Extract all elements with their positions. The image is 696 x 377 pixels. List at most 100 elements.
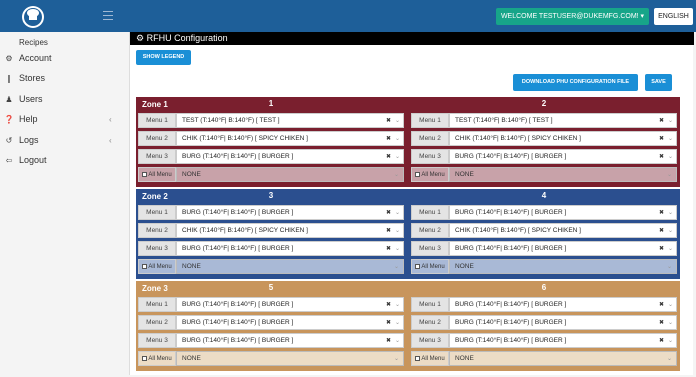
chevron-down-icon[interactable]: ⌄ (395, 319, 400, 326)
sidebar-item-logout[interactable]: ⇦ Logout (4, 153, 47, 167)
recipe-select[interactable]: BURG (T:140°F| B:140°F) [ BURGER ] ✖ ⌄ (176, 205, 404, 220)
download-config-button[interactable]: DOWNLOAD PHU CONFIGURATION FILE (513, 74, 638, 91)
recipe-select[interactable]: BURG (T:140°F| B:140°F) [ BURGER ] ✖ ⌄ (449, 297, 677, 312)
all-menu-select[interactable]: NONE ⌄ (176, 351, 404, 366)
clear-icon[interactable]: ✖ (659, 301, 664, 308)
recipe-select-value: BURG (T:140°F| B:140°F) [ BURGER ] (455, 245, 567, 252)
clear-icon[interactable]: ✖ (659, 319, 664, 326)
all-menu-select[interactable]: NONE ⌄ (176, 259, 404, 274)
chevron-down-icon[interactable]: ⌄ (395, 117, 400, 124)
all-menu-checkbox[interactable]: All Menu (411, 351, 449, 366)
checkbox-icon[interactable] (142, 356, 148, 361)
clear-icon[interactable]: ✖ (386, 117, 391, 124)
chevron-down-icon[interactable]: ⌄ (394, 263, 399, 270)
clear-icon[interactable]: ✖ (386, 153, 391, 160)
all-menu-select[interactable]: NONE ⌄ (449, 167, 677, 182)
clear-icon[interactable]: ✖ (659, 153, 664, 160)
checkbox-icon[interactable] (415, 172, 421, 177)
clear-icon[interactable]: ✖ (659, 227, 664, 234)
chevron-down-icon[interactable]: ⌄ (395, 135, 400, 142)
chevron-down-icon[interactable]: ⌄ (668, 319, 673, 326)
sidebar-item-recipes[interactable]: Recipes (4, 35, 48, 49)
chef-logo-icon[interactable] (18, 2, 48, 30)
recipe-select[interactable]: BURG (T:140°F| B:140°F) [ BURGER ] ✖ ⌄ (176, 315, 404, 330)
all-menu-checkbox[interactable]: All Menu (138, 259, 176, 274)
recipe-select[interactable]: CHIK (T:140°F| B:140°F) [ SPICY CHIKEN ]… (176, 223, 404, 238)
checkbox-icon[interactable] (415, 264, 421, 269)
chevron-down-icon[interactable]: ⌄ (668, 135, 673, 142)
recipe-select[interactable]: BURG (T:140°F| B:140°F) [ BURGER ] ✖ ⌄ (176, 241, 404, 256)
chevron-down-icon[interactable]: ⌄ (668, 245, 673, 252)
chevron-down-icon[interactable]: ⌄ (668, 227, 673, 234)
all-menu-checkbox[interactable]: All Menu (138, 167, 176, 182)
chevron-down-icon[interactable]: ⌄ (667, 263, 672, 270)
recipe-select[interactable]: BURG (T:140°F| B:140°F) [ BURGER ] ✖ ⌄ (449, 205, 677, 220)
sidebar-item-help[interactable]: ❓ Help ‹ (4, 112, 119, 126)
clear-icon[interactable]: ✖ (659, 245, 664, 252)
clear-icon[interactable]: ✖ (386, 337, 391, 344)
clear-icon[interactable]: ✖ (386, 319, 391, 326)
menu-row: Menu 2 CHIK (T:140°F| B:140°F) [ SPICY CH… (138, 130, 404, 147)
recipe-select[interactable]: BURG (T:140°F| B:140°F) [ BURGER ] ✖ ⌄ (449, 333, 677, 348)
chevron-down-icon[interactable]: ⌄ (667, 171, 672, 178)
clear-icon[interactable]: ✖ (659, 209, 664, 216)
user-menu-button[interactable]: WELCOME TESTUSER@DUKEMFG.COM! ▾ (496, 8, 649, 25)
all-menu-select[interactable]: NONE ⌄ (449, 351, 677, 366)
clear-icon[interactable]: ✖ (659, 117, 664, 124)
chevron-down-icon[interactable]: ⌄ (395, 209, 400, 216)
show-legend-button[interactable]: SHOW LEGEND (136, 50, 191, 65)
chevron-down-icon[interactable]: ⌄ (395, 337, 400, 344)
language-button[interactable]: ENGLISH (654, 8, 693, 25)
chevron-down-icon[interactable]: ⌄ (395, 245, 400, 252)
clear-icon[interactable]: ✖ (659, 337, 664, 344)
all-menu-checkbox[interactable]: All Menu (411, 259, 449, 274)
chevron-down-icon[interactable]: ⌄ (395, 301, 400, 308)
clear-icon[interactable]: ✖ (659, 135, 664, 142)
recipe-select[interactable]: BURG (T:140°F| B:140°F) [ BURGER ] ✖ ⌄ (176, 149, 404, 164)
all-menu-checkbox[interactable]: All Menu (411, 167, 449, 182)
recipe-select[interactable]: CHIK (T:140°F| B:140°F) [ SPICY CHIKEN ]… (176, 131, 404, 146)
recipe-select[interactable]: TEST (T:140°F| B:140°F) [ TEST ] ✖ ⌄ (449, 113, 677, 128)
checkbox-icon[interactable] (142, 264, 148, 269)
chevron-down-icon[interactable]: ⌄ (394, 171, 399, 178)
sidebar-item-logs[interactable]: ↺ Logs ‹ (4, 133, 119, 147)
recipe-select[interactable]: CHIK (T:140°F| B:140°F) [ SPICY CHIKEN ]… (449, 223, 677, 238)
sidebar-item-label: Logs (19, 135, 39, 145)
chevron-down-icon[interactable]: ⌄ (667, 355, 672, 362)
recipe-select[interactable]: BURG (T:140°F| B:140°F) [ BURGER ] ✖ ⌄ (449, 241, 677, 256)
recipe-select[interactable]: TEST (T:140°F| B:140°F) [ TEST ] ✖ ⌄ (176, 113, 404, 128)
chevron-down-icon[interactable]: ⌄ (395, 153, 400, 160)
chevron-down-icon[interactable]: ⌄ (668, 209, 673, 216)
save-button[interactable]: SAVE (645, 74, 672, 91)
clear-icon[interactable]: ✖ (386, 245, 391, 252)
recipe-select-value: BURG (T:140°F| B:140°F) [ BURGER ] (182, 337, 294, 344)
recipe-select[interactable]: CHIK (T:140°F| B:140°F) [ SPICY CHIKEN ]… (449, 131, 677, 146)
recipe-select[interactable]: BURG (T:140°F| B:140°F) [ BURGER ] ✖ ⌄ (176, 297, 404, 312)
all-menu-select[interactable]: NONE ⌄ (176, 167, 404, 182)
chevron-down-icon[interactable]: ⌄ (668, 153, 673, 160)
chevron-down-icon[interactable]: ⌄ (668, 337, 673, 344)
menu-toggle-icon[interactable] (103, 11, 113, 20)
recipe-select[interactable]: BURG (T:140°F| B:140°F) [ BURGER ] ✖ ⌄ (449, 315, 677, 330)
all-menu-select[interactable]: NONE ⌄ (449, 259, 677, 274)
clear-icon[interactable]: ✖ (386, 227, 391, 234)
clear-icon[interactable]: ✖ (386, 301, 391, 308)
all-menu-row: All Menu NONE ⌄ (411, 166, 677, 183)
recipe-select[interactable]: BURG (T:140°F| B:140°F) [ BURGER ] ✖ ⌄ (176, 333, 404, 348)
gear-icon: ⚙ (5, 53, 13, 63)
checkbox-icon[interactable] (415, 356, 421, 361)
chevron-down-icon[interactable]: ⌄ (668, 117, 673, 124)
sidebar-item-stores[interactable]: ❙ Stores (4, 71, 45, 85)
sidebar-item-users[interactable]: ♟ Users (4, 92, 42, 106)
sidebar-item-account[interactable]: ⚙ Account (4, 51, 51, 65)
all-menu-row: All Menu NONE ⌄ (411, 258, 677, 275)
chevron-down-icon[interactable]: ⌄ (668, 301, 673, 308)
menu-label: Menu 3 (411, 241, 449, 256)
chevron-down-icon[interactable]: ⌄ (395, 227, 400, 234)
chevron-down-icon[interactable]: ⌄ (394, 355, 399, 362)
clear-icon[interactable]: ✖ (386, 209, 391, 216)
clear-icon[interactable]: ✖ (386, 135, 391, 142)
checkbox-icon[interactable] (142, 172, 148, 177)
all-menu-checkbox[interactable]: All Menu (138, 351, 176, 366)
recipe-select[interactable]: BURG (T:140°F| B:140°F) [ BURGER ] ✖ ⌄ (449, 149, 677, 164)
